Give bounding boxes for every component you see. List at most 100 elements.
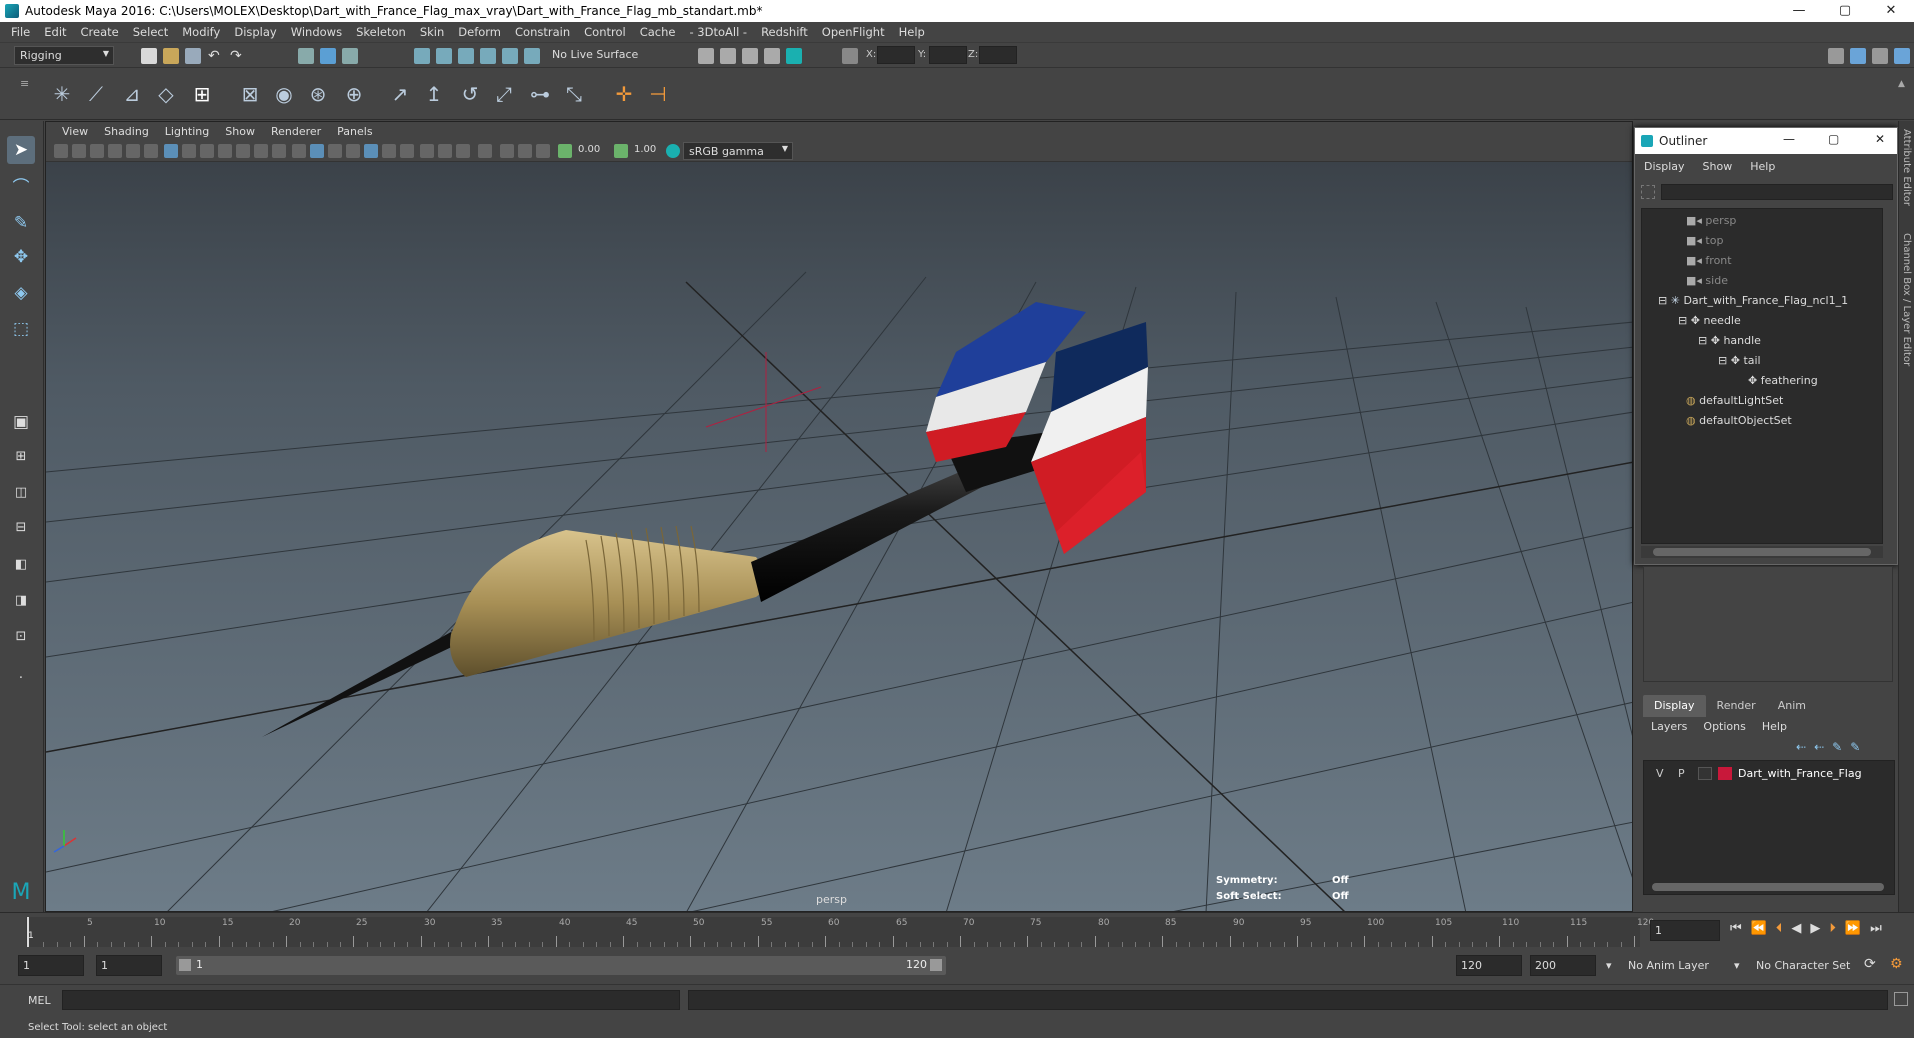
paint-select-tool-icon[interactable]: ✎ (7, 209, 35, 237)
smooth-shade-icon[interactable] (310, 144, 324, 158)
outliner-minimize-button[interactable]: — (1783, 132, 1795, 146)
layer-row[interactable]: V P Dart_with_France_Flag (1646, 765, 1892, 783)
time-slider[interactable]: 1 5 10 15 20 25 30 35 40 45 50 55 60 65 70 75 80 85 90 95 1… (0, 912, 1914, 948)
anim-layer-dropdown[interactable]: ▾ No Anim Layer (1604, 956, 1740, 975)
layer-list[interactable]: V P Dart_with_France_Flag (1643, 760, 1895, 895)
layer-menu-help[interactable]: Help (1754, 717, 1795, 737)
tab-display[interactable]: Display (1643, 695, 1706, 717)
cluster-icon[interactable]: ✛ (610, 79, 638, 109)
collapse-icon[interactable]: ⊟ (1698, 334, 1707, 347)
select-object-icon[interactable] (320, 48, 336, 64)
snap-grid-icon[interactable] (414, 48, 430, 64)
select-camera-icon[interactable] (54, 144, 68, 158)
scrollbar-thumb[interactable] (1653, 548, 1871, 556)
attribute-editor-tab[interactable]: Attribute Editor (1901, 129, 1912, 206)
outliner-item-defaultobjectset[interactable]: ◍ defaultObjectSet (1686, 414, 1792, 427)
menu-deform[interactable]: Deform (451, 25, 508, 39)
outliner-menu-help[interactable]: Help (1741, 160, 1784, 173)
outliner-maximize-button[interactable]: ▢ (1828, 132, 1839, 146)
menu-help[interactable]: Help (892, 25, 932, 39)
step-back-frame-icon[interactable]: ⏴ (1776, 921, 1792, 936)
copy-weights-icon[interactable]: ⊕ (340, 79, 368, 109)
gate-mask-icon[interactable] (218, 144, 232, 158)
toggle-tool-settings-icon[interactable] (1872, 48, 1888, 64)
pole-vector-icon[interactable]: ⤡ (560, 79, 588, 109)
menu-windows[interactable]: Windows (284, 25, 349, 39)
outliner-item-persp[interactable]: ■◂ persp (1686, 214, 1736, 227)
layout-two-stacked-icon[interactable]: ⊟ (7, 514, 35, 542)
layout-two-side-icon[interactable]: ◫ (7, 479, 35, 507)
menu-cache[interactable]: Cache (633, 25, 683, 39)
layer-scrollbar[interactable] (1652, 883, 1884, 891)
layer-menu-layers[interactable]: Layers (1643, 717, 1695, 737)
layout-graph-persp-icon[interactable]: ◨ (7, 587, 35, 615)
outliner-item-needle[interactable]: ⊟ ✥ needle (1678, 314, 1741, 327)
outliner-item-tail[interactable]: ⊟ ✥ tail (1718, 354, 1761, 367)
outliner-item-top[interactable]: ■◂ top (1686, 234, 1723, 247)
wireframe-on-shaded-icon[interactable] (346, 144, 360, 158)
default-material-icon[interactable] (328, 144, 342, 158)
maximize-button[interactable]: ▢ (1822, 0, 1868, 22)
layer-visibility-toggle[interactable]: V (1656, 767, 1664, 780)
paint-weights-icon[interactable]: ⊛ (304, 79, 332, 109)
gamma-icon[interactable] (614, 144, 628, 158)
rotate-tool-icon[interactable]: ◈ (7, 279, 35, 307)
camera-attributes-icon[interactable] (72, 144, 86, 158)
save-scene-icon[interactable] (185, 48, 201, 64)
minimize-button[interactable]: — (1776, 0, 1822, 22)
anti-aliasing-icon[interactable] (456, 144, 470, 158)
step-forward-key-icon[interactable]: ⏩ (1845, 921, 1870, 936)
outliner-menu-show[interactable]: Show (1694, 160, 1742, 173)
shelf-scroll-icon[interactable]: ▲ (1898, 79, 1905, 89)
lasso-tool-icon[interactable]: ⌒ (7, 174, 35, 202)
undo-icon[interactable]: ↶ (208, 48, 224, 64)
custom-layout-icon[interactable]: · (7, 665, 35, 693)
field-chart-icon[interactable] (236, 144, 250, 158)
outliner-horizontal-scrollbar[interactable] (1641, 546, 1883, 558)
menu-openflight[interactable]: OpenFlight (815, 25, 892, 39)
hypershade-icon[interactable] (786, 48, 802, 64)
exposure-icon[interactable] (558, 144, 572, 158)
scale-constraint-icon[interactable]: ⤢ (490, 79, 518, 109)
new-layer-icon[interactable]: ✎ (1832, 740, 1850, 754)
render-current-icon[interactable] (720, 48, 736, 64)
play-back-icon[interactable]: ◀ (1791, 921, 1810, 936)
play-forward-icon[interactable]: ▶ (1810, 921, 1829, 936)
outliner-tree[interactable]: ■◂ persp ■◂ top ■◂ front ■◂ side ⊟ ✳ Dar… (1641, 208, 1883, 544)
image-plane-icon[interactable] (108, 144, 122, 158)
snap-view-plane-icon[interactable] (480, 48, 496, 64)
interactive-bind-icon[interactable]: ◉ (270, 79, 298, 109)
bookmark-icon[interactable] (90, 144, 104, 158)
isolate-select-icon[interactable] (478, 144, 492, 158)
shadows-icon[interactable] (400, 144, 414, 158)
vp-menu-renderer[interactable]: Renderer (263, 125, 329, 138)
menu-skeleton[interactable]: Skeleton (349, 25, 413, 39)
step-back-key-icon[interactable]: ⏪ (1751, 921, 1776, 936)
lattice-icon[interactable]: ⊣ (644, 79, 672, 109)
range-start-handle[interactable] (179, 959, 191, 971)
script-editor-icon[interactable] (1894, 992, 1908, 1006)
go-to-start-icon[interactable]: ⏮ (1730, 921, 1751, 936)
menu-redshift[interactable]: Redshift (754, 25, 815, 39)
vp-menu-show[interactable]: Show (217, 125, 263, 138)
animation-preferences-icon[interactable]: ⚙ (1890, 956, 1903, 972)
channel-box-tab[interactable]: Channel Box / Layer Editor (1901, 233, 1912, 366)
menu-control[interactable]: Control (577, 25, 633, 39)
vp-menu-shading[interactable]: Shading (96, 125, 157, 138)
joint-tool-icon[interactable]: ✳ (48, 79, 76, 109)
menu-file[interactable]: File (4, 25, 37, 39)
resolution-gate-icon[interactable] (200, 144, 214, 158)
snap-curve-icon[interactable] (436, 48, 452, 64)
textured-icon[interactable] (364, 144, 378, 158)
time-ruler[interactable]: 1 5 10 15 20 25 30 35 40 45 50 55 60 65 70 75 80 85 90 95 1… (26, 917, 1654, 947)
ik-spline-icon[interactable]: ⊿ (118, 79, 146, 109)
dart-model[interactable] (262, 302, 1148, 737)
move-layer-up-icon[interactable]: ⇠ (1796, 740, 1814, 754)
outliner-titlebar[interactable]: Outliner — ▢ ✕ (1635, 128, 1897, 154)
current-time-marker[interactable] (27, 917, 29, 947)
shelf-menu-icon[interactable]: ≡ (20, 77, 29, 90)
aim-constraint-icon[interactable]: ↥ (420, 79, 448, 109)
x-input[interactable] (877, 46, 915, 64)
scale-tool-icon[interactable]: ⬚ (7, 315, 35, 343)
safe-title-icon[interactable] (272, 144, 286, 158)
